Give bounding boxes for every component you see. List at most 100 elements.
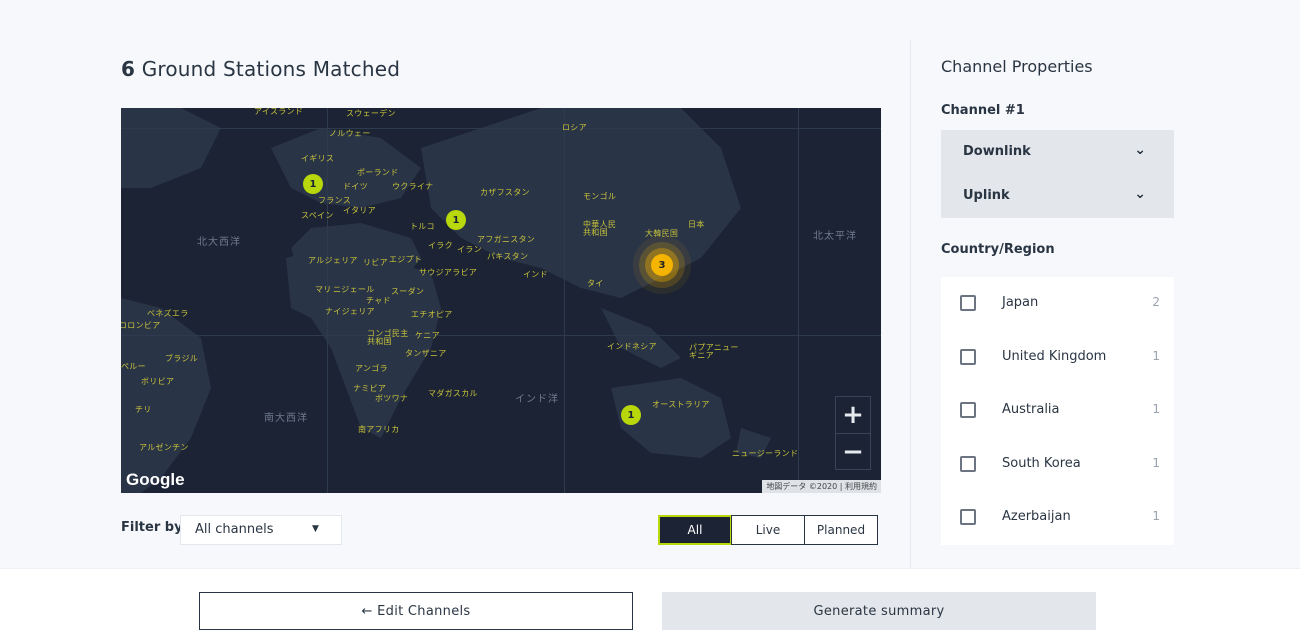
station-cluster-marker[interactable]: 3 bbox=[651, 254, 673, 276]
map-label: ナイジェリア bbox=[325, 307, 375, 316]
map-label: アルジェリア bbox=[308, 256, 358, 265]
map-label: インドネシア bbox=[607, 342, 657, 351]
checkbox[interactable] bbox=[960, 456, 976, 472]
region-name: Australia bbox=[1002, 402, 1060, 417]
region-count: 1 bbox=[1152, 456, 1160, 470]
map-label: チリ bbox=[135, 405, 152, 414]
map-label: ドイツ bbox=[343, 182, 368, 191]
map-label: スペイン bbox=[301, 211, 334, 220]
map-label: マダガスカル bbox=[428, 389, 478, 398]
map-label: アルゼンチン bbox=[139, 443, 189, 452]
map-label: ボツワナ bbox=[375, 394, 409, 403]
filter-label: Filter by bbox=[121, 520, 183, 535]
map-label: インド bbox=[523, 270, 548, 279]
caret-down-icon: ▼ bbox=[312, 524, 319, 534]
segment-live[interactable]: Live bbox=[731, 515, 805, 545]
uplink-dropdown[interactable]: Uplink ⌄ bbox=[941, 174, 1174, 218]
map-label: 大韓民国 bbox=[645, 229, 679, 238]
chevron-down-icon: ⌄ bbox=[1134, 142, 1146, 158]
region-row-azerbaijan[interactable]: Azerbaijan 1 bbox=[941, 502, 1174, 532]
map-label: アイスランド bbox=[254, 108, 304, 116]
map-label: トルコ bbox=[410, 222, 435, 231]
map-label: カザフスタン bbox=[480, 188, 530, 197]
map-label: ニュージーランド bbox=[732, 449, 799, 458]
map-label: オーストラリア bbox=[652, 400, 710, 409]
page-title: 6 Ground Stations Matched bbox=[121, 57, 401, 81]
map-label: イタリア bbox=[343, 206, 376, 215]
region-row-japan[interactable]: Japan 2 bbox=[941, 288, 1174, 318]
map-label: ノルウェー bbox=[329, 129, 371, 138]
map[interactable]: アイスランド スウェーデン ノルウェー イギリス ポーランド ドイツ ウクライナ… bbox=[121, 108, 881, 493]
map-label: 南アフリカ bbox=[358, 425, 400, 434]
map-label: タンザニア bbox=[405, 349, 447, 358]
checkbox[interactable] bbox=[960, 509, 976, 525]
sidebar-title: Channel Properties bbox=[941, 57, 1093, 76]
region-count: 1 bbox=[1152, 509, 1160, 523]
map-label: パキスタン bbox=[487, 252, 529, 261]
map-label: ウクライナ bbox=[392, 182, 434, 191]
map-label: コンゴ民主共和国 bbox=[367, 329, 409, 346]
map-label: ロシア bbox=[562, 123, 587, 132]
map-label: アンゴラ bbox=[355, 364, 388, 373]
chevron-down-icon: ⌄ bbox=[1134, 186, 1146, 202]
station-cluster-marker[interactable]: 1 bbox=[446, 210, 466, 230]
edit-channels-button[interactable]: ← Edit Channels bbox=[199, 592, 633, 630]
checkbox[interactable] bbox=[960, 349, 976, 365]
generate-summary-button[interactable]: Generate summary bbox=[662, 592, 1096, 630]
checkbox[interactable] bbox=[960, 402, 976, 418]
map-label: ベネズエラ bbox=[147, 309, 189, 318]
map-label: リビア bbox=[363, 258, 388, 267]
region-name: Azerbaijan bbox=[1002, 509, 1071, 524]
ocean-label: 南大西洋 bbox=[264, 413, 308, 424]
segment-all[interactable]: All bbox=[658, 515, 732, 545]
segment-planned[interactable]: Planned bbox=[804, 515, 878, 545]
station-cluster-marker[interactable]: 1 bbox=[621, 405, 641, 425]
google-logo: Google bbox=[126, 470, 185, 489]
region-count: 1 bbox=[1152, 349, 1160, 363]
ocean-label: 北太平洋 bbox=[813, 231, 857, 242]
checkbox[interactable] bbox=[960, 295, 976, 311]
map-label: スーダン bbox=[391, 287, 425, 296]
filter-selected-value: All channels bbox=[195, 522, 274, 537]
map-label: コロンビア bbox=[121, 321, 161, 330]
region-row-south-korea[interactable]: South Korea 1 bbox=[941, 449, 1174, 479]
ocean-label: インド洋 bbox=[515, 394, 559, 405]
region-row-australia[interactable]: Australia 1 bbox=[941, 395, 1174, 425]
map-label: ポーランド bbox=[357, 168, 399, 177]
map-label: チャド bbox=[366, 296, 391, 305]
map-label: イギリス bbox=[301, 154, 335, 163]
map-label: 日本 bbox=[688, 220, 705, 229]
region-name: South Korea bbox=[1002, 456, 1081, 471]
map-landmass bbox=[121, 108, 771, 493]
channel-filter-select[interactable]: All channels ▼ bbox=[180, 515, 342, 545]
region-count: 1 bbox=[1152, 402, 1160, 416]
zoom-in-button[interactable]: + bbox=[836, 397, 870, 433]
zoom-out-button[interactable]: − bbox=[836, 434, 870, 470]
uplink-label: Uplink bbox=[963, 188, 1010, 203]
region-count: 2 bbox=[1152, 295, 1160, 309]
footer-bar: ← Edit Channels Generate summary bbox=[0, 568, 1300, 636]
station-cluster-marker[interactable]: 1 bbox=[303, 174, 323, 194]
downlink-label: Downlink bbox=[963, 144, 1031, 159]
region-row-united-kingdom[interactable]: United Kingdom 1 bbox=[941, 342, 1174, 372]
map-attribution[interactable]: 地図データ ©2020 | 利用規約 bbox=[762, 480, 881, 493]
map-label: エチオピア bbox=[411, 310, 453, 319]
map-label: イラク bbox=[428, 241, 453, 250]
zoom-control: + − bbox=[835, 396, 871, 470]
region-heading: Country/Region bbox=[941, 242, 1055, 257]
map-label: パプアニューギニア bbox=[689, 343, 739, 360]
map-label: モンゴル bbox=[583, 192, 617, 201]
vertical-divider bbox=[910, 40, 911, 570]
map-label: ニジェール bbox=[333, 285, 375, 294]
status-segmented-control: All Live Planned bbox=[658, 515, 878, 545]
region-name: United Kingdom bbox=[1002, 349, 1107, 364]
map-label: タイ bbox=[587, 279, 604, 288]
map-label: ブラジル bbox=[165, 354, 199, 363]
downlink-dropdown[interactable]: Downlink ⌄ bbox=[941, 130, 1174, 174]
map-label: サウジアラビア bbox=[419, 268, 478, 277]
map-label: エジプト bbox=[389, 255, 423, 264]
map-label: ボリビア bbox=[141, 377, 175, 386]
map-label: スウェーデン bbox=[346, 109, 396, 118]
channel-heading: Channel #1 bbox=[941, 103, 1025, 118]
map-label: マリ bbox=[315, 285, 332, 294]
